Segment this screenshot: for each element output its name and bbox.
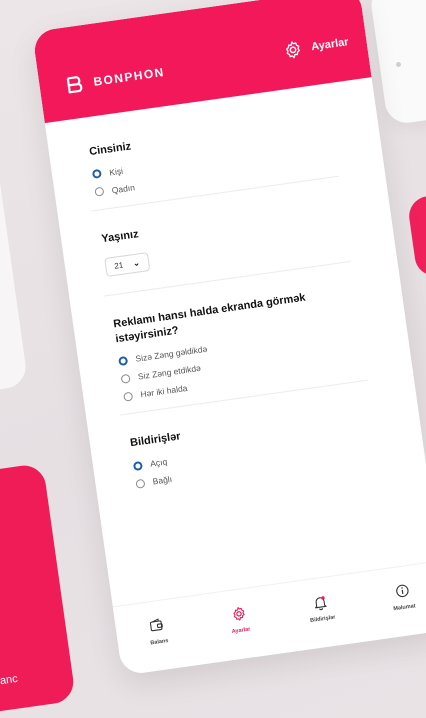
radio-selected[interactable] bbox=[118, 355, 129, 366]
background-dot bbox=[396, 62, 401, 67]
option-label: Sizə Zəng gəldikdə bbox=[134, 344, 208, 365]
option-label: Hər iki halda bbox=[139, 383, 189, 400]
settings-header-button[interactable]: Ayarlar bbox=[282, 32, 350, 61]
radio-unselected[interactable] bbox=[135, 478, 146, 489]
tab-settings[interactable]: Ayarlar bbox=[208, 602, 271, 638]
tab-info[interactable]: Məlumat bbox=[371, 579, 426, 615]
option-label: Kişi bbox=[108, 165, 124, 178]
chevron-down-icon: ⌄ bbox=[132, 257, 141, 268]
tab-notifications[interactable]: Bildirişlər bbox=[290, 590, 353, 626]
tab-label: Ayarlar bbox=[231, 626, 251, 636]
option-label: Siz Zəng etdikdə bbox=[137, 363, 202, 382]
radio-unselected[interactable] bbox=[94, 186, 105, 198]
radio-selected[interactable] bbox=[91, 169, 103, 180]
gear-icon bbox=[233, 607, 245, 621]
wallet-icon bbox=[150, 618, 164, 632]
background-card-left bbox=[0, 147, 29, 393]
radio-unselected[interactable] bbox=[123, 391, 134, 402]
bottom-tab-bar: Balans Ayarlar Bildirişlər Məlumat bbox=[112, 560, 426, 676]
brand-logo: BONPHON bbox=[64, 62, 166, 96]
age-select[interactable]: 21 ⌄ bbox=[104, 251, 150, 277]
age-select-value: 21 bbox=[113, 260, 124, 271]
tab-label: Balans bbox=[150, 637, 169, 647]
background-partial-text: anc bbox=[0, 672, 19, 688]
radio-unselected[interactable] bbox=[120, 373, 131, 384]
ads-title: Reklamı hansı halda ekranda görmək istəy… bbox=[112, 291, 307, 345]
info-icon bbox=[395, 584, 409, 598]
settings-header-label: Ayarlar bbox=[310, 36, 350, 54]
bell-icon bbox=[315, 596, 327, 611]
option-label: Bağlı bbox=[152, 474, 173, 487]
tab-label: Bildirişlər bbox=[309, 614, 336, 624]
radio-selected[interactable] bbox=[132, 460, 143, 471]
background-card-accent bbox=[406, 193, 426, 279]
bonphon-logo-icon bbox=[66, 76, 83, 94]
option-label: Qadın bbox=[111, 182, 136, 196]
gear-icon bbox=[286, 41, 301, 59]
option-label: Açıq bbox=[149, 456, 168, 469]
tab-label: Məlumat bbox=[393, 603, 416, 613]
brand-name: BONPHON bbox=[92, 64, 166, 89]
tab-balance[interactable]: Balans bbox=[126, 613, 189, 649]
settings-content: Cinsiniz Kişi Qadın Yaşınız 21 ⌄ Reklamı… bbox=[45, 77, 424, 494]
phone-screen: BONPHON Ayarlar Cinsiniz Kişi Qadın Yaşı… bbox=[32, 0, 426, 676]
